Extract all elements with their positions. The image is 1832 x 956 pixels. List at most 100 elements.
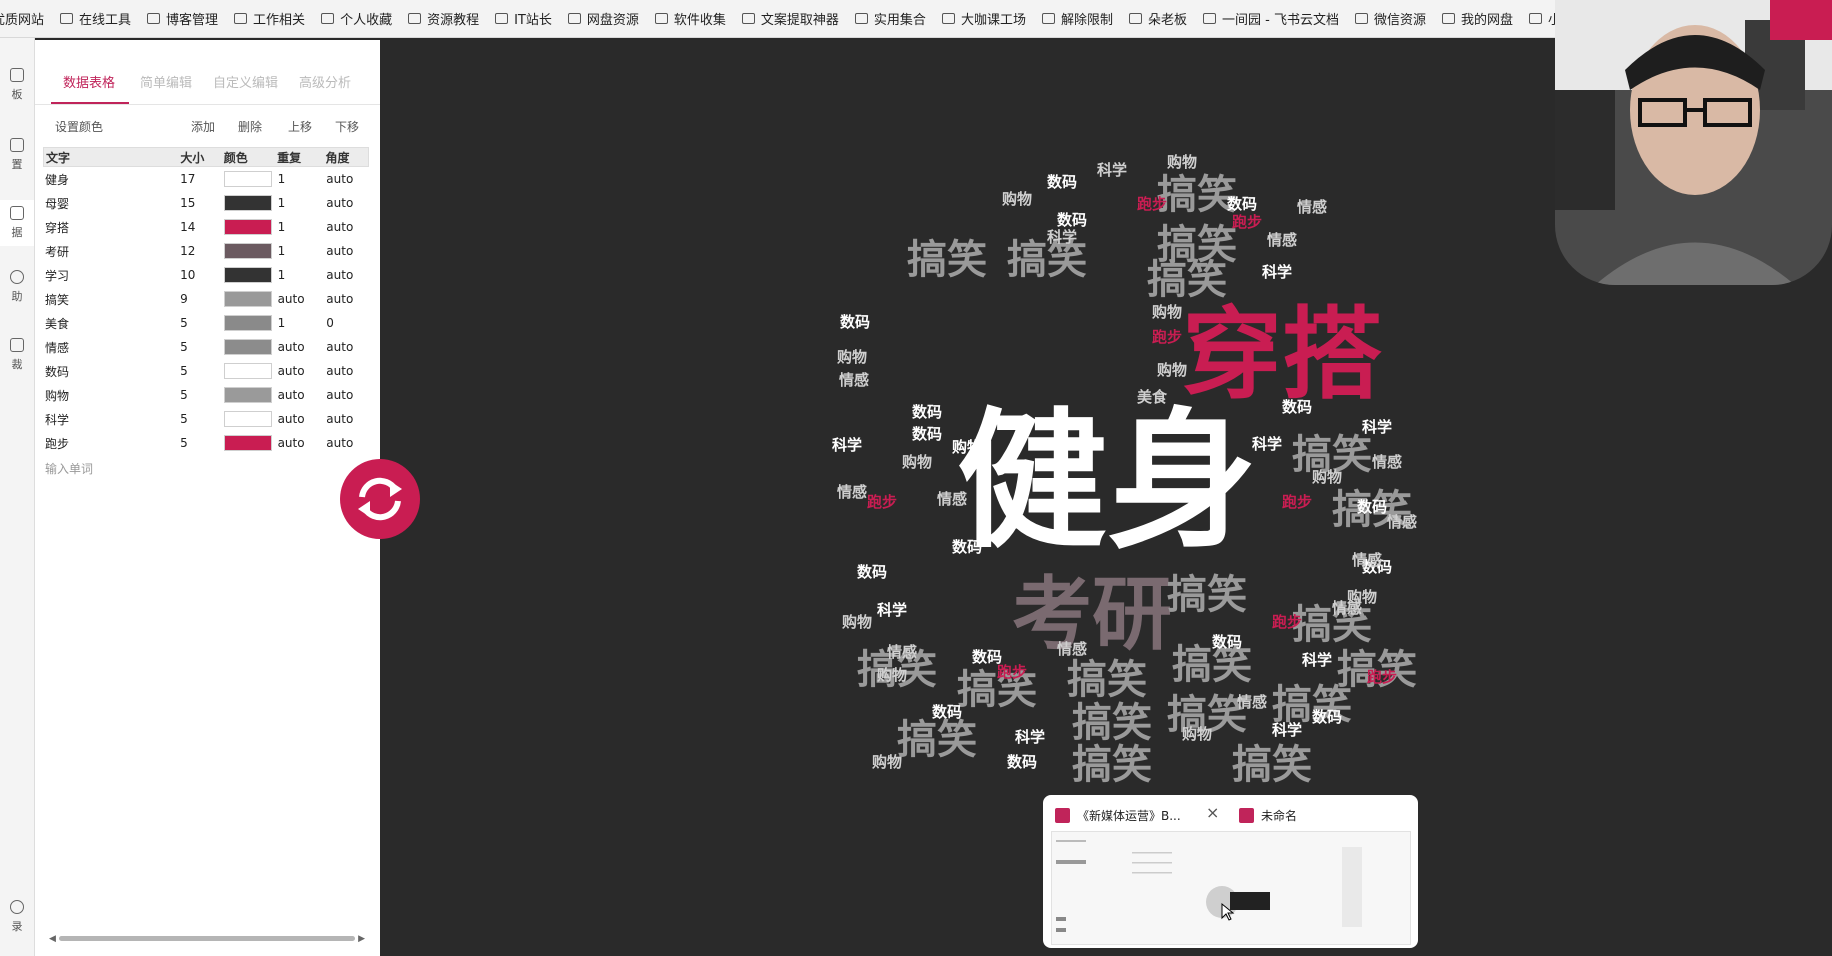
- cell-angle[interactable]: auto: [326, 388, 369, 402]
- tab-simple-edit[interactable]: 简单编辑: [140, 72, 192, 91]
- cell-angle[interactable]: auto: [326, 196, 369, 210]
- rail-item-settings[interactable]: 置: [0, 138, 34, 172]
- bookmark-item[interactable]: 资源教程: [408, 9, 479, 28]
- bookmark-item[interactable]: 在线工具: [60, 9, 131, 28]
- cell-size[interactable]: 10: [180, 268, 224, 282]
- preview-tab-2[interactable]: 未命名: [1239, 807, 1297, 824]
- color-cell[interactable]: [223, 339, 278, 355]
- color-swatch[interactable]: [223, 339, 272, 355]
- bookmark-item[interactable]: 朵老板: [1128, 9, 1187, 28]
- cell-text[interactable]: 搞笑: [43, 291, 180, 308]
- color-swatch[interactable]: [223, 195, 272, 211]
- cell-repeat[interactable]: 1: [278, 268, 327, 282]
- tab-advanced-analysis[interactable]: 高级分析: [299, 72, 351, 91]
- bookmark-item[interactable]: 优质网站: [0, 9, 44, 28]
- color-cell[interactable]: [223, 411, 278, 427]
- rail-item-crop[interactable]: 裁: [0, 338, 34, 372]
- cell-size[interactable]: 17: [180, 172, 224, 186]
- cell-text[interactable]: 健身: [43, 171, 180, 188]
- cell-text[interactable]: 情感: [43, 339, 180, 356]
- table-row[interactable]: 学习 10 1 auto: [43, 263, 369, 287]
- color-cell[interactable]: [223, 435, 278, 451]
- cell-repeat[interactable]: auto: [278, 388, 327, 402]
- tab-custom-edit[interactable]: 自定义编辑: [213, 72, 278, 91]
- bookmark-item[interactable]: 工作相关: [234, 9, 305, 28]
- table-row[interactable]: 数码 5 auto auto: [43, 359, 369, 383]
- scrollbar-thumb[interactable]: [59, 936, 355, 941]
- cell-angle[interactable]: 0: [326, 316, 369, 330]
- cell-size[interactable]: 14: [180, 220, 224, 234]
- cell-repeat[interactable]: auto: [278, 340, 327, 354]
- cell-angle[interactable]: auto: [326, 172, 369, 186]
- cell-size[interactable]: 5: [180, 316, 224, 330]
- add-button[interactable]: 添加: [191, 118, 215, 135]
- rail-item-board[interactable]: 板: [0, 68, 34, 102]
- scroll-right-icon[interactable]: ▶: [358, 934, 365, 944]
- cell-size[interactable]: 12: [180, 244, 224, 258]
- bookmark-item[interactable]: 实用集合: [854, 9, 926, 28]
- cell-text[interactable]: 科学: [43, 411, 180, 428]
- color-cell[interactable]: [223, 195, 278, 211]
- cell-angle[interactable]: auto: [326, 268, 369, 282]
- cell-size[interactable]: 5: [180, 436, 224, 450]
- color-swatch[interactable]: [223, 219, 272, 235]
- color-cell[interactable]: [223, 243, 278, 259]
- table-row[interactable]: 搞笑 9 auto auto: [43, 287, 369, 311]
- table-row[interactable]: 考研 12 1 auto: [43, 239, 369, 263]
- move-up-button[interactable]: 上移: [288, 118, 312, 135]
- cell-text[interactable]: 考研: [43, 243, 180, 260]
- color-swatch[interactable]: [223, 363, 272, 379]
- bookmark-item[interactable]: 一间园 - 飞书云文档: [1202, 9, 1339, 28]
- delete-button[interactable]: 删除: [238, 118, 262, 135]
- color-cell[interactable]: [223, 291, 278, 307]
- cell-size[interactable]: 9: [180, 292, 224, 306]
- color-swatch[interactable]: [223, 411, 272, 427]
- close-icon[interactable]: ×: [1206, 803, 1219, 822]
- color-swatch[interactable]: [223, 291, 272, 307]
- cell-text[interactable]: 跑步: [43, 435, 180, 452]
- cell-size[interactable]: 5: [180, 388, 224, 402]
- table-row[interactable]: 母婴 15 1 auto: [43, 191, 369, 215]
- bookmark-item[interactable]: 解除限制: [1041, 9, 1113, 28]
- bookmark-item[interactable]: 大咖课工场: [941, 9, 1026, 28]
- color-cell[interactable]: [223, 219, 278, 235]
- table-row[interactable]: 购物 5 auto auto: [43, 383, 369, 407]
- table-row[interactable]: 穿搭 14 1 auto: [43, 215, 369, 239]
- cell-repeat[interactable]: auto: [278, 412, 327, 426]
- set-color-button[interactable]: 设置颜色: [55, 118, 103, 135]
- color-swatch[interactable]: [223, 267, 272, 283]
- cell-repeat[interactable]: 1: [278, 172, 327, 186]
- color-cell[interactable]: [223, 315, 278, 331]
- rail-item-record[interactable]: 录: [0, 900, 34, 934]
- color-swatch[interactable]: [223, 435, 272, 451]
- cell-angle[interactable]: auto: [326, 340, 369, 354]
- cell-repeat[interactable]: 1: [278, 316, 327, 330]
- bookmark-item[interactable]: 我的网盘: [1441, 9, 1513, 28]
- cell-size[interactable]: 15: [180, 196, 224, 210]
- color-cell[interactable]: [223, 171, 278, 187]
- refresh-button[interactable]: [340, 459, 420, 539]
- cell-repeat[interactable]: auto: [278, 292, 327, 306]
- color-cell[interactable]: [223, 387, 278, 403]
- cell-repeat[interactable]: 1: [278, 244, 327, 258]
- cell-size[interactable]: 5: [180, 364, 224, 378]
- table-row[interactable]: 健身 17 1 auto: [43, 167, 369, 191]
- bookmark-item[interactable]: 网盘资源: [567, 9, 639, 28]
- bookmark-item[interactable]: 微信资源: [1354, 9, 1426, 28]
- cell-repeat[interactable]: auto: [278, 436, 327, 450]
- cell-text[interactable]: 学习: [43, 267, 180, 284]
- cell-angle[interactable]: auto: [326, 364, 369, 378]
- bookmark-item[interactable]: 个人收藏: [321, 9, 392, 28]
- color-swatch[interactable]: [223, 171, 272, 187]
- color-swatch[interactable]: [223, 387, 272, 403]
- horizontal-scrollbar[interactable]: ◀ ▶: [49, 934, 365, 944]
- rail-item-data[interactable]: 据: [0, 200, 34, 246]
- move-down-button[interactable]: 下移: [335, 118, 359, 135]
- cell-size[interactable]: 5: [180, 340, 224, 354]
- cell-angle[interactable]: auto: [326, 412, 369, 426]
- bookmark-item[interactable]: 文案提取神器: [741, 9, 839, 28]
- preview-tab-1[interactable]: 《新媒体运营》B...: [1055, 807, 1181, 824]
- cell-angle[interactable]: auto: [326, 436, 369, 450]
- scroll-left-icon[interactable]: ◀: [49, 934, 56, 944]
- cell-text[interactable]: 美食: [43, 315, 180, 332]
